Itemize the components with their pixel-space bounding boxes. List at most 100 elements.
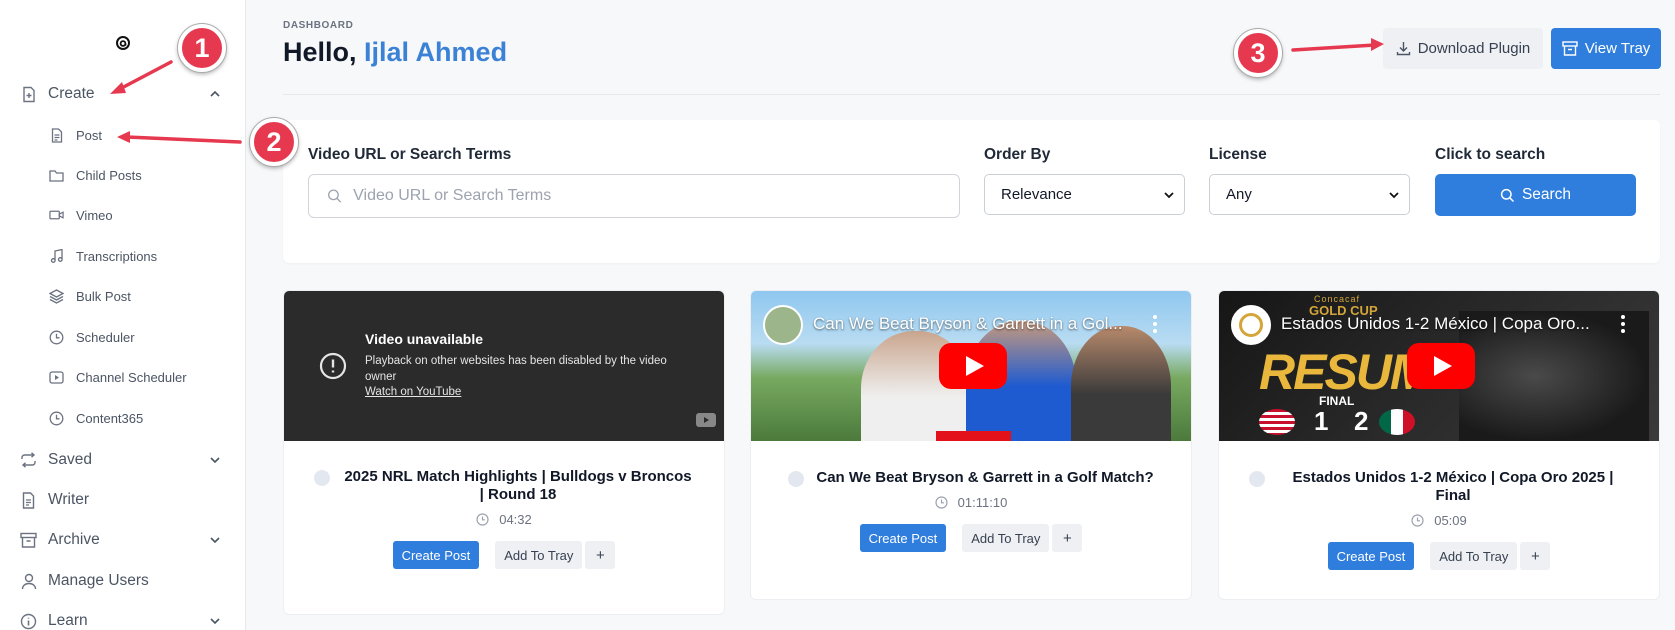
youtube-play-icon[interactable] xyxy=(1407,343,1475,389)
repeat-icon xyxy=(20,452,37,469)
sidebar-item-transcriptions[interactable]: Transcriptions xyxy=(0,242,246,270)
search-button-label: Search xyxy=(1521,186,1572,203)
sidebar-item-saved[interactable]: Saved xyxy=(0,445,246,475)
sidebar-item-label: Bulk Post xyxy=(76,288,131,304)
sidebar-item-label: Manage Users xyxy=(48,572,149,589)
video-duration: 05:09 xyxy=(1219,513,1659,528)
video-card: Concacaf GOLD CUP RESUMEN FINAL 1 2 Esta… xyxy=(1218,290,1660,600)
chevron-down-icon[interactable] xyxy=(208,614,222,628)
header-divider xyxy=(283,94,1660,95)
page-title: Hello, Ijlal Ahmed xyxy=(283,37,507,68)
youtube-play-icon[interactable] xyxy=(939,343,1007,389)
channel-avatar[interactable] xyxy=(1231,305,1271,345)
info-icon xyxy=(20,613,37,630)
player-title[interactable]: Estados Unidos 1-2 México | Copa Oro... xyxy=(1281,314,1590,334)
video-duration: 01:11:10 xyxy=(751,495,1191,510)
create-post-button[interactable]: Create Post xyxy=(1327,542,1415,570)
sidebar-item-vimeo[interactable]: Vimeo xyxy=(0,201,246,229)
order-by-select[interactable]: Relevance xyxy=(984,174,1185,215)
chevron-up-icon[interactable] xyxy=(208,87,222,101)
video-card: Can We Beat Bryson & Garrett in a Gol...… xyxy=(750,290,1192,600)
select-radio[interactable] xyxy=(314,470,330,486)
create-post-button[interactable]: Create Post xyxy=(859,524,947,552)
duration-text: 01:11:10 xyxy=(957,495,1008,510)
add-to-tray-button[interactable]: Add To Tray xyxy=(1430,542,1518,570)
chevron-down-icon xyxy=(1164,192,1174,199)
sidebar-item-channel-scheduler[interactable]: Channel Scheduler xyxy=(0,363,246,391)
threads-logo-icon[interactable] xyxy=(113,33,133,53)
channel-avatar[interactable] xyxy=(763,305,803,345)
thumbnail-banner xyxy=(936,431,1011,441)
youtube-icon[interactable] xyxy=(696,413,716,427)
watch-on-youtube-link[interactable]: Watch on YouTube xyxy=(365,386,461,398)
sidebar-item-post[interactable]: Post xyxy=(0,121,246,149)
layers-icon xyxy=(49,288,64,304)
clock-icon xyxy=(935,496,948,509)
search-field[interactable] xyxy=(308,174,960,218)
download-plugin-label: Download Plugin xyxy=(1417,40,1531,57)
video-title-row: Can We Beat Bryson & Garrett in a Golf M… xyxy=(751,469,1191,487)
sidebar-item-create[interactable]: Create xyxy=(0,79,246,109)
play-square-icon xyxy=(49,370,64,385)
sidebar-item-label: Channel Scheduler xyxy=(76,369,187,385)
plus-button[interactable]: + xyxy=(585,541,616,569)
select-radio[interactable] xyxy=(1249,471,1265,487)
sidebar-item-scheduler[interactable]: Scheduler xyxy=(0,323,246,351)
license-select[interactable]: Any xyxy=(1209,174,1410,215)
add-to-tray-button[interactable]: Add To Tray xyxy=(962,524,1050,552)
archive-icon xyxy=(20,532,37,549)
sidebar-item-bulk-post[interactable]: Bulk Post xyxy=(0,282,246,310)
sidebar-item-writer[interactable]: Writer xyxy=(0,485,246,515)
music-note-icon xyxy=(49,248,64,264)
card-actions: Create Post Add To Tray + xyxy=(751,524,1191,552)
sidebar-item-learn[interactable]: Learn xyxy=(0,606,246,630)
sidebar-item-label: Transcriptions xyxy=(76,248,158,264)
plus-button[interactable]: + xyxy=(1052,524,1083,552)
chevron-down-icon xyxy=(1389,192,1399,199)
search-icon xyxy=(1500,188,1514,202)
user-icon xyxy=(20,573,37,590)
video-duration: 04:32 xyxy=(284,512,724,527)
sidebar-item-label: Post xyxy=(76,127,103,143)
folder-icon xyxy=(49,168,64,183)
chevron-down-icon[interactable] xyxy=(208,533,222,547)
video-title: 2025 NRL Match Highlights | Bulldogs v B… xyxy=(344,468,692,503)
click-to-search-label: Click to search xyxy=(1435,146,1546,163)
clock-icon xyxy=(1411,514,1424,527)
sidebar-item-manage-users[interactable]: Manage Users xyxy=(0,566,246,596)
video-card: Video unavailable Playback on other webs… xyxy=(283,290,725,615)
view-tray-button[interactable]: View Tray xyxy=(1551,28,1661,69)
unavailable-message: Playback on other websites has been disa… xyxy=(365,355,667,383)
video-player[interactable]: Concacaf GOLD CUP RESUMEN FINAL 1 2 Esta… xyxy=(1219,291,1659,441)
annotation-badge-3: 3 xyxy=(1234,29,1282,77)
search-input[interactable] xyxy=(342,187,959,205)
download-icon xyxy=(1396,42,1410,56)
player-title[interactable]: Can We Beat Bryson & Garrett in a Gol... xyxy=(813,314,1123,334)
sidebar-item-label: Learn xyxy=(48,612,88,629)
user-name: Ijlal Ahmed xyxy=(364,37,508,67)
thumbnail-person xyxy=(1071,326,1171,441)
mexico-flag-icon xyxy=(1379,409,1415,435)
search-button[interactable]: Search xyxy=(1435,174,1636,216)
video-player[interactable]: Can We Beat Bryson & Garrett in a Gol... xyxy=(751,291,1191,441)
download-plugin-button[interactable]: Download Plugin xyxy=(1383,28,1543,69)
sidebar-item-label: Create xyxy=(48,85,95,102)
query-label: Video URL or Search Terms xyxy=(308,146,512,163)
annotation-badge-1: 1 xyxy=(178,24,226,72)
add-to-tray-button[interactable]: Add To Tray xyxy=(495,541,583,569)
select-radio[interactable] xyxy=(788,471,805,487)
sidebar-item-content365[interactable]: Content365 xyxy=(0,404,246,432)
annotation-badge-2: 2 xyxy=(250,118,298,166)
video-player[interactable]: Video unavailable Playback on other webs… xyxy=(284,291,724,441)
sidebar-item-child-posts[interactable]: Child Posts xyxy=(0,161,246,189)
more-vertical-icon[interactable] xyxy=(1621,315,1625,333)
create-post-button[interactable]: Create Post xyxy=(392,541,480,569)
chevron-down-icon[interactable] xyxy=(208,453,222,467)
file-text-icon xyxy=(20,491,37,509)
sidebar-item-archive[interactable]: Archive xyxy=(0,525,246,555)
more-vertical-icon[interactable] xyxy=(1153,315,1157,333)
video-title: Can We Beat Bryson & Garrett in a Golf M… xyxy=(816,469,1154,486)
sidebar-item-label: Writer xyxy=(48,491,90,508)
plus-button[interactable]: + xyxy=(1520,542,1551,570)
thumbnail-score-away: 2 xyxy=(1354,406,1369,436)
